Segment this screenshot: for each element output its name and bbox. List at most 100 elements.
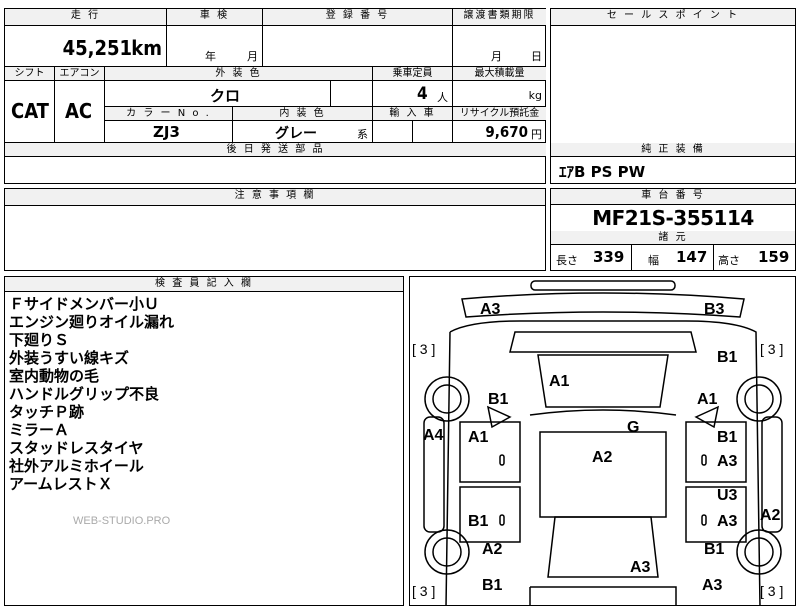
remark-line: 下廻りＳ — [9, 331, 70, 349]
import-header: 輸 入 車 — [373, 107, 453, 121]
recycle-unit: 円 — [531, 128, 542, 141]
shift-cell: CAT — [5, 81, 55, 143]
damage-mark: B1 — [717, 429, 738, 446]
import-cell-a — [373, 121, 413, 143]
max-load-header: 最大積載量 — [453, 67, 546, 81]
remark-line: エンジン廻りオイル漏れ — [9, 313, 175, 331]
recycle-header: リサイクル預託金 — [453, 107, 546, 121]
capacity-unit: 人 — [437, 91, 448, 104]
spec-length-cell: 長さ 339 — [551, 245, 632, 270]
aircon-header: エアコン — [55, 67, 105, 81]
mileage-header: 走 行 — [5, 9, 167, 26]
interior-color-suffix: 系 — [357, 128, 368, 141]
mileage-unit: km — [131, 36, 162, 60]
exterior-color-value: クロ — [210, 87, 241, 105]
deadline-month: 月 — [491, 50, 502, 63]
damage-mark: A3 — [480, 301, 501, 318]
damage-mark: A1 — [549, 373, 570, 390]
max-load-unit: kg — [528, 89, 542, 102]
damage-mark: A3 — [717, 513, 738, 530]
damage-mark: U3 — [717, 487, 738, 504]
registration-cell — [263, 26, 453, 67]
parts-header: 後 日 発 送 部 品 — [5, 143, 546, 157]
interior-color-cell: グレー 系 — [233, 121, 373, 143]
vehicle-info-block: 走 行 車 検 登 録 番 号 譲渡書類期限 45,251 km 年 月 月 日… — [4, 8, 546, 184]
genuine-value: ｴｱB PS PW — [559, 163, 646, 181]
damage-mark: A1 — [697, 391, 718, 408]
aircon-value: AC — [65, 99, 93, 123]
damage-mark: G — [627, 419, 640, 436]
inspection-header: 車 検 — [167, 9, 263, 26]
spec-width-cell: 幅 147 — [632, 245, 714, 270]
notes-header: 注 意 事 項 欄 — [5, 189, 545, 206]
tire-mark: [ 3 ] — [760, 341, 784, 357]
registration-header: 登 録 番 号 — [263, 9, 453, 26]
remark-line: タッチＰ跡 — [9, 403, 85, 421]
damage-mark: A1 — [468, 429, 489, 446]
tire-mark: [ 3 ] — [412, 341, 436, 357]
exterior-color-header: 外 装 色 — [105, 67, 373, 81]
exterior-color-cell: クロ — [105, 81, 331, 107]
color-no-cell: ZJ3 — [105, 121, 233, 143]
shift-header: シフト — [5, 67, 55, 81]
inspector-block: 検 査 員 記 入 欄 Ｆサイドメンバー小Ｕ エンジン廻りオイル漏れ 下廻りＳ … — [4, 276, 404, 606]
damage-mark: B1 — [482, 577, 503, 594]
chassis-value: MF21S-355114 — [592, 206, 754, 230]
tire-mark: [ 3 ] — [412, 583, 436, 599]
capacity-cell: 4 人 — [373, 81, 453, 107]
parts-cell — [5, 157, 546, 183]
interior-color-value: グレー — [275, 126, 317, 142]
transfer-deadline-header: 譲渡書類期限 — [453, 9, 546, 26]
shift-value: CAT — [11, 99, 49, 123]
chassis-header: 車 台 番 号 — [551, 189, 795, 205]
damage-mark: A3 — [702, 577, 723, 594]
spec-height-value: 159 — [758, 248, 790, 266]
damage-mark: A2 — [760, 507, 781, 524]
capacity-header: 乗車定員 — [373, 67, 453, 81]
damage-mark: B3 — [704, 301, 725, 318]
spec-width-value: 147 — [676, 248, 708, 266]
spec-height-label: 高さ — [718, 254, 740, 267]
inspection-cell: 年 月 — [167, 26, 263, 67]
mileage-cell: 45,251 km — [5, 26, 167, 67]
remark-line: 外装うすい線キズ — [9, 349, 130, 367]
remark-line: アームレストＸ — [9, 475, 113, 493]
damage-mark: A3 — [630, 559, 651, 576]
capacity-value: 4 — [417, 84, 428, 104]
specs-header: 諸 元 — [551, 231, 795, 245]
sales-point-header: セ ー ル ス ポ イ ン ト — [551, 9, 795, 26]
remarks-list: Ｆサイドメンバー小Ｕ エンジン廻りオイル漏れ 下廻りＳ 外装うすい線キズ 室内動… — [9, 295, 174, 493]
color-no-value: ZJ3 — [153, 123, 180, 141]
color-no-header: カ ラ ー N o . — [105, 107, 233, 121]
transfer-deadline-cell: 月 日 — [453, 26, 546, 67]
damage-mark: A3 — [717, 453, 738, 470]
sales-point-area — [551, 26, 795, 144]
spec-length-value: 339 — [593, 248, 625, 266]
damage-mark: B1 — [717, 349, 738, 366]
interior-color-header: 内 装 色 — [233, 107, 373, 121]
damage-mark: B1 — [488, 391, 509, 408]
sales-point-block: セ ー ル ス ポ イ ン ト 純 正 装 備 ｴｱB PS PW — [550, 8, 796, 184]
spec-width-label: 幅 — [648, 254, 659, 267]
damage-mark: B1 — [704, 541, 725, 558]
recycle-cell: 9,670 円 — [453, 121, 546, 143]
max-load-cell: kg — [453, 81, 546, 107]
inspection-month: 月 — [247, 50, 258, 63]
inspection-year: 年 — [205, 50, 216, 63]
remark-line: 社外アルミホイール — [9, 457, 144, 475]
remark-line: 室内動物の毛 — [9, 367, 100, 385]
remark-line: Ｆサイドメンバー小Ｕ — [9, 295, 160, 313]
mileage-value: 45,251 — [62, 36, 132, 60]
spec-height-cell: 高さ 159 — [714, 245, 795, 270]
damage-mark: A2 — [482, 541, 503, 558]
car-diagram-block: A3 B3 B1 A1 B1 A1 G A4 A1 A2 B1 A3 U3 A3… — [409, 276, 796, 606]
chassis-block: 車 台 番 号 MF21S-355114 諸 元 長さ 339 幅 147 高さ… — [550, 188, 796, 271]
recycle-value: 9,670 — [485, 123, 528, 141]
remark-line: ミラーＡ — [9, 421, 70, 439]
inspector-header: 検 査 員 記 入 欄 — [5, 277, 403, 292]
exterior-color-extra — [331, 81, 373, 107]
damage-mark: A2 — [592, 449, 613, 466]
remark-line: スタッドレスタイヤ — [9, 439, 144, 457]
remark-line: ハンドルグリップ不良 — [9, 385, 160, 403]
notes-block: 注 意 事 項 欄 — [4, 188, 546, 271]
